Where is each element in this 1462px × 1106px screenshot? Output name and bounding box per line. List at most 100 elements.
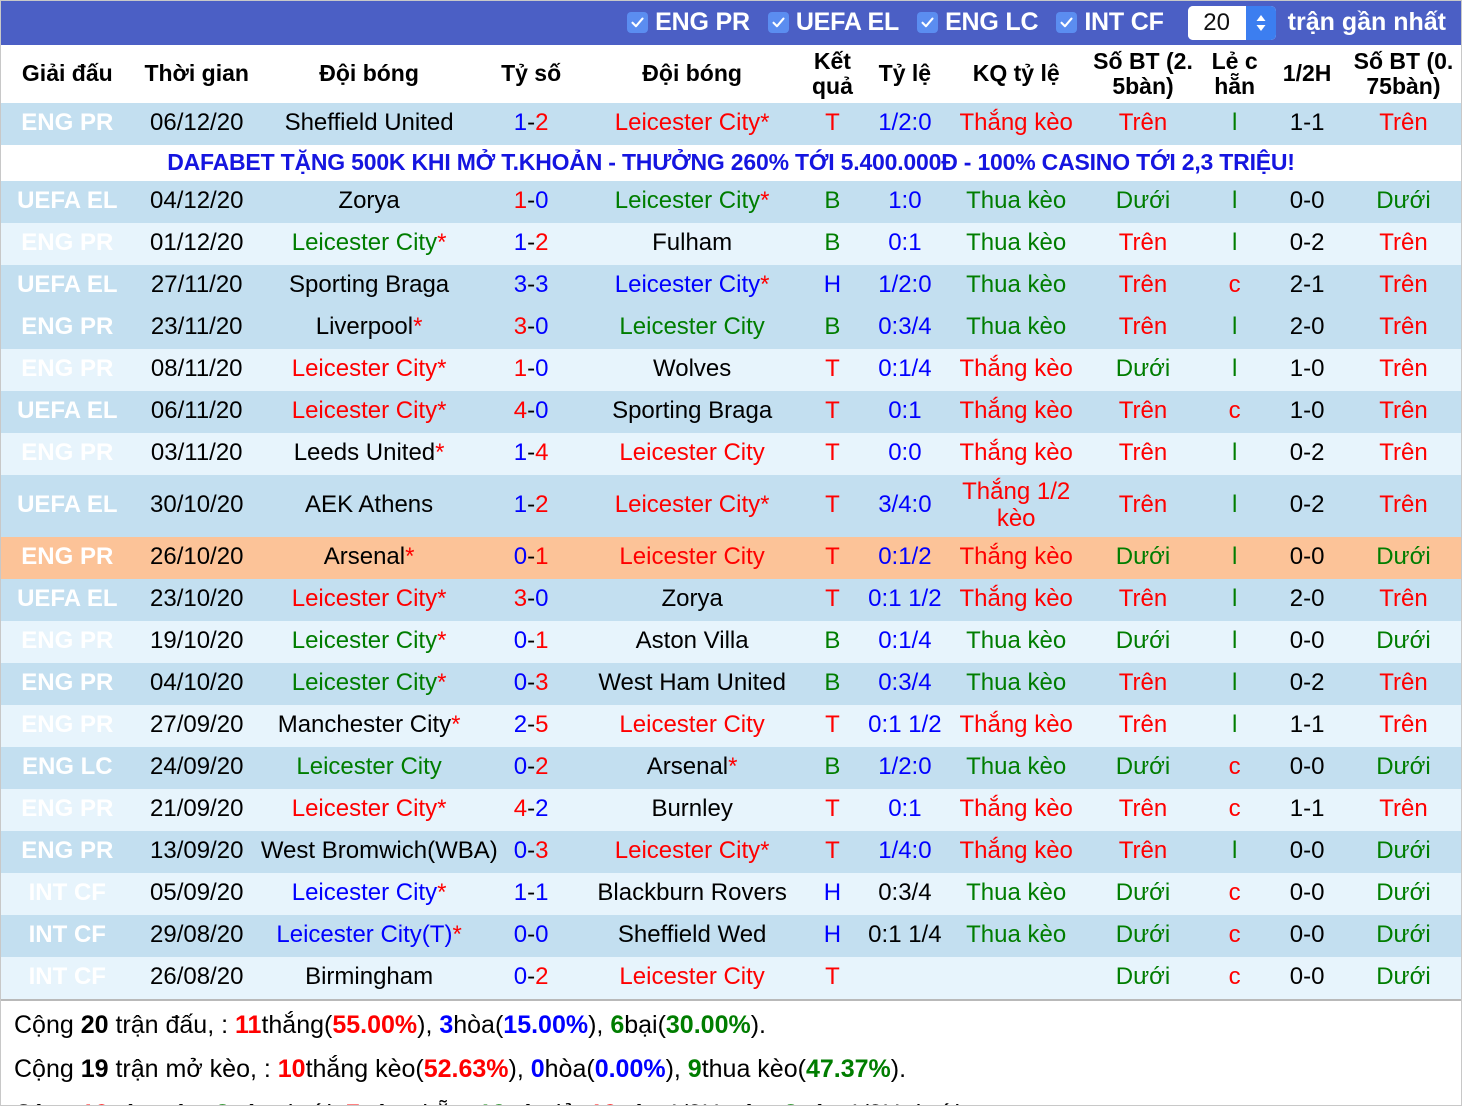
cell-home-team[interactable]: Sheffield United (258, 102, 480, 145)
cell-league[interactable]: UEFA EL (0, 264, 135, 307)
cell-home-team[interactable]: Leeds United* (258, 432, 480, 475)
cell-away-team[interactable]: Leicester City (582, 704, 802, 747)
cell-home-team[interactable]: Zorya (258, 180, 480, 223)
table-row[interactable]: ENG PR 23/11/20 Liverpool* 3-0 Leicester Cit… (0, 306, 1462, 349)
filter-int-cf[interactable]: INT CF (1056, 8, 1164, 37)
home-indicator-star: * (437, 397, 447, 425)
cell-league[interactable]: ENG PR (0, 788, 135, 831)
cell-home-team[interactable]: Arsenal* (258, 536, 480, 579)
table-row[interactable]: ENG PR 06/12/20 Sheffield United 1-2 Leicest… (0, 102, 1462, 145)
cell-home-team[interactable]: Leicester City* (258, 788, 480, 831)
cell-away-team[interactable]: Leicester City* (582, 474, 802, 537)
table-row[interactable]: INT CF 29/08/20 Leicester City(T)* 0-0 Sheff… (0, 914, 1462, 957)
cell-home-team[interactable]: Leicester City* (258, 222, 480, 265)
cell-league[interactable]: ENG PR (0, 830, 135, 873)
checkbox-int-cf[interactable] (1056, 12, 1078, 33)
cell-league[interactable]: ENG PR (0, 432, 135, 475)
cell-result: H (801, 872, 864, 915)
cell-home-team[interactable]: Leicester City* (258, 662, 480, 705)
table-row[interactable]: ENG LC 24/09/20 Leicester City 0-2 Arsenal* B… (0, 746, 1462, 789)
cell-home-team[interactable]: Birmingham (258, 956, 480, 999)
header-oddeven-line2: hẵn (1214, 72, 1256, 99)
cell-league[interactable]: INT CF (0, 914, 135, 957)
cell-away-team[interactable]: Sporting Braga (582, 390, 802, 433)
cell-home-team[interactable]: Leicester City* (258, 578, 480, 621)
table-row[interactable]: ENG PR 19/10/20 Leicester City* 0-1 Aston Vi… (0, 620, 1462, 663)
cell-league[interactable]: ENG PR (0, 662, 135, 705)
table-row[interactable]: ENG PR 13/09/20 West Bromwich(WBA) 0-3 Leice… (0, 830, 1462, 873)
cell-away-team[interactable]: Zorya (582, 578, 802, 621)
cell-away-team[interactable]: Blackburn Rovers (582, 872, 802, 915)
cell-league[interactable]: UEFA EL (0, 390, 135, 433)
cell-league[interactable]: ENG PR (0, 536, 135, 579)
cell-league[interactable]: ENG PR (0, 620, 135, 663)
cell-away-team[interactable]: Wolves (582, 348, 802, 391)
cell-home-team[interactable]: Leicester City* (258, 390, 480, 433)
cell-league[interactable]: UEFA EL (0, 578, 135, 621)
table-row[interactable]: ENG PR 26/10/20 Arsenal* 0-1 Leicester City T… (0, 536, 1462, 579)
cell-away-team[interactable]: Fulham (582, 222, 802, 265)
cell-away-team[interactable]: West Ham United (582, 662, 802, 705)
cell-league[interactable]: ENG PR (0, 102, 135, 145)
cell-away-team[interactable]: Leicester City* (582, 830, 802, 873)
match-count-input[interactable]: 20 (1187, 5, 1246, 40)
table-row[interactable]: ENG PR 08/11/20 Leicester City* 1-0 Wolves T 0… (0, 348, 1462, 391)
cell-odd-even: l (1199, 348, 1270, 391)
cell-away-team[interactable]: Burnley (582, 788, 802, 831)
cell-home-team[interactable]: Sporting Braga (258, 264, 480, 307)
table-row[interactable]: ENG PR 21/09/20 Leicester City* 4-2 Burnley T… (0, 788, 1462, 831)
cell-away-team[interactable]: Leicester City (582, 536, 802, 579)
cell-league[interactable]: ENG PR (0, 348, 135, 391)
table-row[interactable]: UEFA EL 06/11/20 Leicester City* 4-0 Sportin… (0, 390, 1462, 433)
cell-league[interactable]: ENG PR (0, 306, 135, 349)
table-row[interactable]: INT CF 26/08/20 Birmingham 0-2 Leicester Cit… (0, 956, 1462, 999)
cell-home-team[interactable]: Leicester City (258, 746, 480, 789)
filter-eng-lc[interactable]: ENG LC (917, 8, 1039, 37)
filter-uefa-el[interactable]: UEFA EL (767, 8, 899, 37)
filter-eng-pr[interactable]: ENG PR (627, 8, 750, 37)
cell-home-team[interactable]: Leicester City* (258, 348, 480, 391)
cell-away-team[interactable]: Arsenal* (582, 746, 802, 789)
cell-league[interactable]: ENG PR (0, 222, 135, 265)
cell-away-team[interactable]: Leicester City* (582, 264, 802, 307)
checkbox-eng-pr[interactable] (627, 12, 649, 33)
cell-away-team[interactable]: Leicester City (582, 432, 802, 475)
cell-away-team[interactable]: Leicester City* (582, 102, 802, 145)
table-row[interactable]: UEFA EL 04/12/20 Zorya 1-0 Leicester City* B 1… (0, 180, 1462, 223)
cell-league[interactable]: UEFA EL (0, 180, 135, 223)
promo-banner-text[interactable]: DAFABET TẶNG 500K KHI MỞ T.KHOẢN - THƯỞN… (0, 144, 1462, 181)
cell-away-team[interactable]: Leicester City (582, 956, 802, 999)
cell-home-team[interactable]: Leicester City* (258, 872, 480, 915)
cell-home-team[interactable]: West Bromwich(WBA) (258, 830, 498, 873)
cell-league[interactable]: ENG LC (0, 746, 135, 789)
cell-home-team[interactable]: Manchester City* (258, 704, 480, 747)
checkbox-eng-lc[interactable] (917, 12, 939, 33)
cell-league[interactable]: INT CF (0, 956, 135, 999)
checkbox-uefa-el[interactable] (767, 12, 789, 33)
cell-half-time: 2-0 (1269, 578, 1345, 621)
cell-league[interactable]: ENG PR (0, 704, 135, 747)
table-row[interactable]: UEFA EL 30/10/20 AEK Athens 1-2 Leicester Ci… (0, 474, 1462, 537)
table-row[interactable]: INT CF 05/09/20 Leicester City* 1-1 Blackbur… (0, 872, 1462, 915)
table-row[interactable]: ENG PR 04/10/20 Leicester City* 0-3 West Ham… (0, 662, 1462, 705)
cell-home-team[interactable]: Leicester City(T)* (258, 914, 480, 957)
promo-banner-row[interactable]: DAFABET TẶNG 500K KHI MỞ T.KHOẢN - THƯỞN… (0, 144, 1462, 181)
header-score: Tỷ số (479, 45, 583, 103)
cell-away-team[interactable]: Sheffield Wed (582, 914, 802, 957)
cell-home-team[interactable]: Leicester City* (258, 620, 480, 663)
cell-away-team[interactable]: Leicester City* (582, 180, 802, 223)
table-row[interactable]: UEFA EL 23/10/20 Leicester City* 3-0 Zorya T 0… (0, 578, 1462, 621)
match-count-stepper[interactable]: 20 (1187, 5, 1276, 40)
cell-league[interactable]: INT CF (0, 872, 135, 915)
stepper-arrows-icon[interactable] (1245, 5, 1276, 40)
table-row[interactable]: ENG PR 01/12/20 Leicester City* 1-2 Fulham B 0… (0, 222, 1462, 265)
cell-odds-result: Thắng kèo (946, 102, 1087, 145)
table-row[interactable]: ENG PR 03/11/20 Leeds United* 1-4 Leicester … (0, 432, 1462, 475)
cell-home-team[interactable]: Liverpool* (258, 306, 480, 349)
table-row[interactable]: UEFA EL 27/11/20 Sporting Braga 3-3 Leiceste… (0, 264, 1462, 307)
cell-league[interactable]: UEFA EL (0, 474, 135, 537)
cell-away-team[interactable]: Aston Villa (582, 620, 802, 663)
table-row[interactable]: ENG PR 27/09/20 Manchester City* 2-5 Leicest… (0, 704, 1462, 747)
cell-home-team[interactable]: AEK Athens (258, 474, 480, 537)
cell-away-team[interactable]: Leicester City (582, 306, 802, 349)
